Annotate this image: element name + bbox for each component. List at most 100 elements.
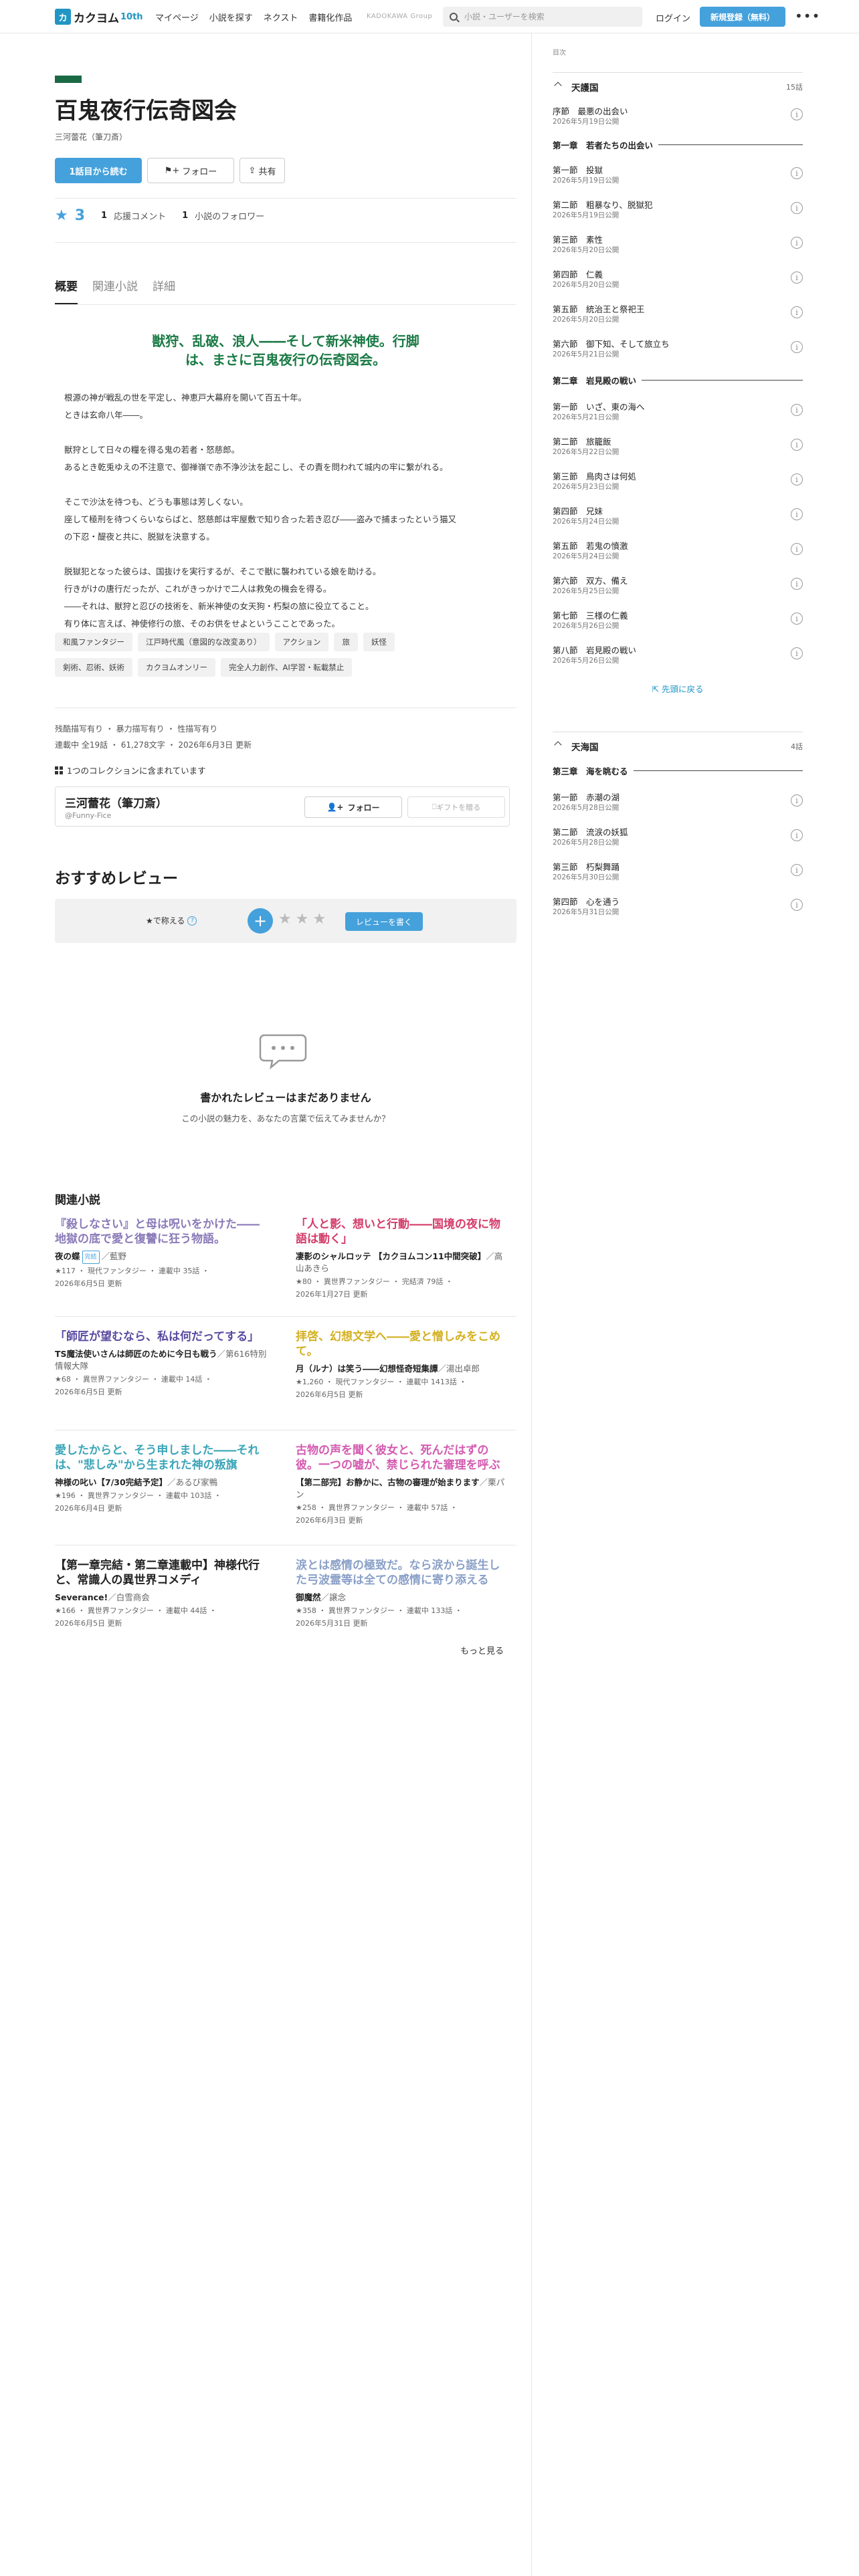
related-catchphrase[interactable]: 「師匠が望むなら、私は何だってする」 [55,1329,268,1344]
toc-section-header[interactable]: 天護国 15話 [553,72,803,99]
toc-episode[interactable]: 第三節 鳥肉さは何処 2026年5月23日公開 i [553,467,803,496]
related-author[interactable]: ／藍野 [102,1251,127,1261]
toc-episode[interactable]: 第四節 仁義 2026年5月20日公開 i [553,265,803,294]
related-card[interactable]: 古物の声を聞く彼女と、死んだはずの彼。一つの嘘が、禁じられた審理を呼ぶ【第二部完… [296,1443,508,1526]
add-star-button[interactable]: + [248,908,273,934]
read-first-button[interactable]: 1話目から読む [55,158,142,183]
tag[interactable]: 妖怪 [363,633,395,651]
info-icon[interactable]: i [791,272,803,284]
related-author[interactable]: ／あるび家鴨 [167,1477,217,1487]
work-author[interactable]: 三河蕾花（筆刀斎） [55,131,127,142]
info-icon[interactable]: i [791,543,803,555]
related-catchphrase[interactable]: 古物の声を聞く彼女と、死んだはずの彼。一つの嘘が、禁じられた審理を呼ぶ [296,1443,508,1473]
related-name[interactable]: 月（ルナ）は笑う――幻想怪奇短集譚 [296,1364,438,1374]
info-icon[interactable]: i [791,473,803,486]
write-review-button[interactable]: レビューを書く [345,912,423,931]
nav-find[interactable]: 小説を探す [209,11,253,23]
related-author[interactable]: ／湯出卓郎 [438,1364,480,1374]
toc-episode[interactable]: 第四節 心を通う 2026年5月31日公開 i [553,892,803,922]
comments-label[interactable]: 応援コメント [114,209,166,222]
info-icon[interactable]: i [791,167,803,179]
star-count[interactable]: 3 [75,207,85,224]
toc-episode[interactable]: 第五節 統治王と祭祀王 2026年5月20日公開 i [553,300,803,329]
info-icon[interactable]: i [791,864,803,876]
nav-next[interactable]: ネクスト [264,11,298,23]
related-name[interactable]: 御魔然 [296,1592,321,1602]
signup-button[interactable]: 新規登録（無料） [700,7,785,27]
info-icon[interactable]: i [791,647,803,659]
toc-episode[interactable]: 第三節 朽梨舞踊 2026年5月30日公開 i [553,857,803,887]
collection-link[interactable]: 1つのコレクションに含まれています [55,764,206,776]
toc-episode[interactable]: 第七節 三様の仁義 2026年5月26日公開 i [553,606,803,635]
info-icon[interactable]: i [791,108,803,120]
tag[interactable]: 旅 [334,633,358,651]
related-catchphrase[interactable]: 拝啓、幻想文学へ――愛と憎しみをこめて。 [296,1329,508,1359]
related-name[interactable]: 【第二部完】お静かに、古物の審理が始まります [296,1477,480,1487]
toc-episode[interactable]: 序節 最悪の出会い 2026年5月19日公開 i [553,102,803,131]
search-box[interactable] [443,7,642,27]
related-card[interactable]: 『殺しなさい』と母は呪いをかけた――地獄の底で愛と復讐に狂う物語。 夜の蝶 完結 ／藍… [55,1217,268,1289]
info-icon[interactable]: i [791,613,803,625]
follow-button[interactable]: ⚑+ フォロー [147,158,234,183]
tab-related[interactable]: 関連小説 [92,277,138,305]
related-card[interactable]: 涙とは感情の極致だ。なら涙から誕生した弓波霊等は全ての感情に寄り添える御魔然／譲… [296,1558,508,1629]
related-catchphrase[interactable]: 涙とは感情の極致だ。なら涙から誕生した弓波霊等は全ての感情に寄り添える [296,1558,508,1588]
share-button[interactable]: ⇪ 共有 [240,158,285,183]
info-icon[interactable]: i [791,202,803,214]
related-name[interactable]: TS魔法使いさんは師匠のために今日も戦う [55,1349,217,1359]
help-icon[interactable]: ? [187,916,197,926]
tab-details[interactable]: 詳細 [153,277,175,305]
toc-episode[interactable]: 第一節 投獄 2026年5月19日公開 i [553,160,803,190]
info-icon[interactable]: i [791,829,803,841]
info-icon[interactable]: i [791,578,803,590]
toc-episode[interactable]: 第八節 岩見殿の戦い 2026年5月26日公開 i [553,641,803,670]
info-icon[interactable]: i [791,306,803,318]
info-icon[interactable]: i [791,899,803,911]
followers-label[interactable]: 小説のフォロワー [195,209,264,222]
info-icon[interactable]: i [791,237,803,249]
author-follow-button[interactable]: 👤+ フォロー [304,796,402,818]
toc-episode[interactable]: 第二節 粗暴なり、脱獄犯 2026年5月19日公開 i [553,195,803,225]
toc-episode[interactable]: 第一節 赤潮の湖 2026年5月28日公開 i [553,788,803,817]
more-link[interactable]: もっと見る [460,1644,504,1656]
related-catchphrase[interactable]: 愛したからと、そう申しました――それは、"悲しみ"から生まれた神の叛旗 [55,1443,268,1473]
more-menu-icon[interactable]: ••• [795,8,820,24]
tag[interactable]: 江戸時代風（意図的な改変あり） [138,633,270,651]
info-icon[interactable]: i [791,341,803,353]
related-name[interactable]: 凄影のシャルロッテ 【カクヨムコン11中間突破】 [296,1251,486,1261]
site-logo[interactable]: カ カクヨム 10th [55,8,143,25]
tag[interactable]: カクヨムオンリー [138,658,215,677]
related-card[interactable]: 拝啓、幻想文学へ――愛と憎しみをこめて。月（ルナ）は笑う――幻想怪奇短集譚／湯出… [296,1329,508,1400]
related-catchphrase[interactable]: 『殺しなさい』と母は呪いをかけた――地獄の底で愛と復讐に狂う物語。 [55,1217,268,1247]
related-catchphrase[interactable]: 「人と影、想いと行動――国境の夜に物語は動く」 [296,1217,508,1247]
toc-episode[interactable]: 第二節 旅籠飯 2026年5月22日公開 i [553,432,803,461]
info-icon[interactable]: i [791,404,803,416]
gift-button[interactable]: ⎕ ギフトを贈る [407,796,505,818]
toc-episode[interactable]: 第六節 御下知、そして旅立ち 2026年5月21日公開 i [553,334,803,364]
info-icon[interactable]: i [791,508,803,520]
toc-episode[interactable]: 第二節 流涙の妖狐 2026年5月28日公開 i [553,823,803,852]
info-icon[interactable]: i [791,439,803,451]
tab-overview[interactable]: 概要 [55,277,78,305]
related-author[interactable]: ／白雪商会 [108,1592,150,1602]
toc-episode[interactable]: 第一節 いざ、東の海へ 2026年5月21日公開 i [553,397,803,427]
search-input[interactable] [464,12,625,21]
related-name[interactable]: Severance! [55,1592,108,1602]
nav-mypage[interactable]: マイページ [155,11,199,23]
related-author[interactable]: ／譲念 [321,1592,347,1602]
toc-episode[interactable]: 第三節 素性 2026年5月20日公開 i [553,230,803,259]
related-card[interactable]: 愛したからと、そう申しました――それは、"悲しみ"から生まれた神の叛旗神様の叱い… [55,1443,268,1514]
related-catchphrase[interactable]: 【第一章完結・第二章連載中】神様代行と、常識人の異世界コメディ [55,1558,268,1588]
tag[interactable]: 和風ファンタジー [55,633,132,651]
author-name[interactable]: 三河蕾花（筆刀斎） [65,794,167,811]
info-icon[interactable]: i [791,794,803,807]
related-name[interactable]: 神様の叱い【7/30完結予定】 [55,1477,167,1487]
related-card[interactable]: 【第一章完結・第二章連載中】神様代行と、常識人の異世界コメディ Severance… [55,1558,268,1629]
tag[interactable]: アクション [274,633,329,651]
tag[interactable]: 剣術、忍術、妖術 [55,658,132,677]
back-to-top-link[interactable]: ⇱ 先頭に戻る [553,682,803,695]
star-rating[interactable]: ★★★ [278,911,330,928]
related-card[interactable]: 「人と影、想いと行動――国境の夜に物語は動く」凄影のシャルロッテ 【カクヨムコン… [296,1217,508,1300]
login-link[interactable]: ログイン [656,11,690,24]
related-card[interactable]: 「師匠が望むなら、私は何だってする」 TS魔法使いさんは師匠のために今日も戦う／第… [55,1329,268,1398]
